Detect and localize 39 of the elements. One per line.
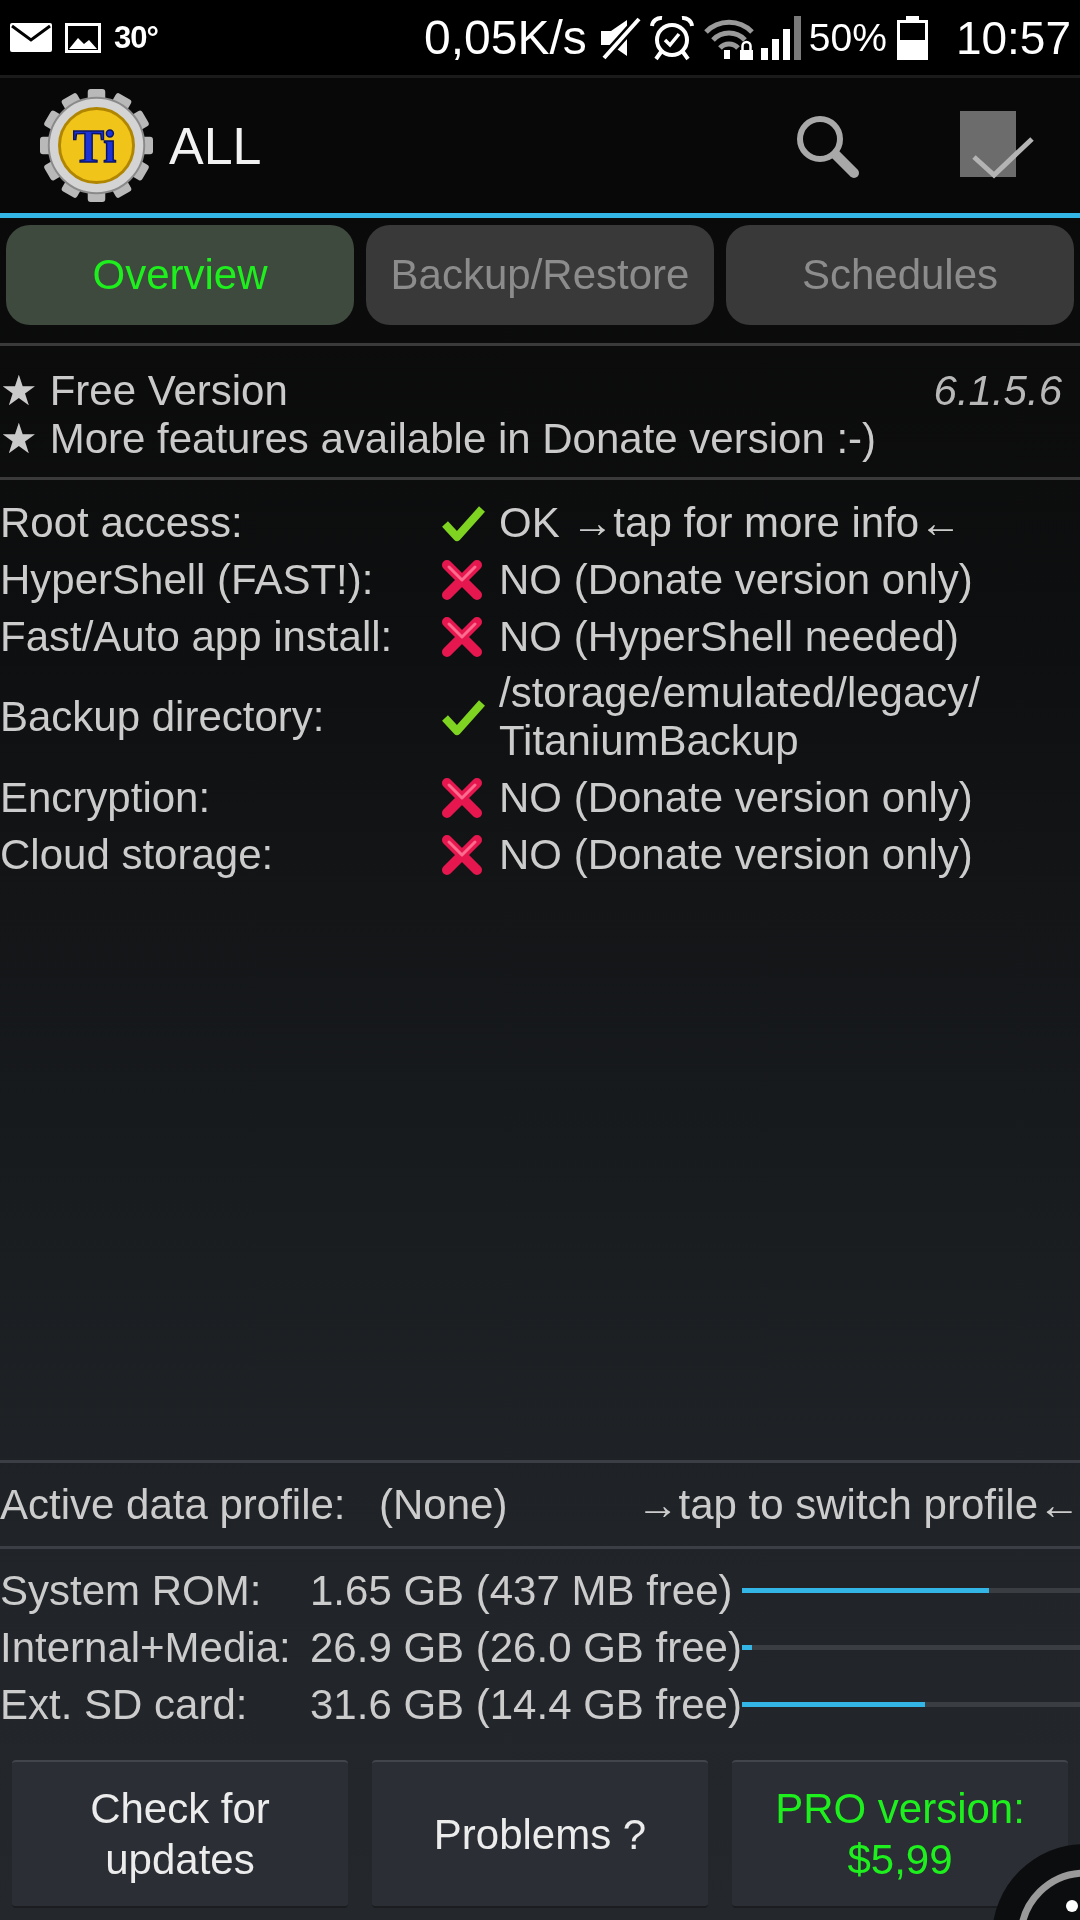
storage-label: System ROM: <box>0 1566 262 1615</box>
status-value: NO (Donate version only) <box>499 829 973 880</box>
mail-icon <box>10 23 52 52</box>
profile-value: (None) <box>379 1480 508 1529</box>
status-value: NO (Donate version only) <box>499 554 973 605</box>
status-label: Root access: <box>0 498 243 547</box>
network-speed-text: 0,05K/s <box>424 10 587 65</box>
battery-percent-text: 50% <box>808 15 887 60</box>
storage-value: 1.65 GB (437 MB free) <box>310 1566 733 1615</box>
storage-value: 31.6 GB (14.4 GB free) <box>310 1680 742 1729</box>
battery-icon <box>896 15 928 60</box>
status-value: OK →tap for more info← <box>499 497 962 548</box>
storage-label: Ext. SD card: <box>0 1680 248 1729</box>
storage-label: Internal+Media: <box>0 1623 291 1672</box>
alarm-clock-icon <box>648 14 695 61</box>
status-label: Cloud storage: <box>0 830 274 879</box>
signal-icon <box>760 15 802 60</box>
status-label: Fast/Auto app install: <box>0 612 393 661</box>
pro-version-button[interactable]: PRO version: $5,99 <box>732 1760 1068 1908</box>
status-value: /storage/emulated/legacy/TitaniumBackup <box>499 668 981 766</box>
status-value: NO (HyperShell needed) <box>499 611 959 662</box>
temperature-text: 30° <box>114 19 158 56</box>
switch-profile-link[interactable]: →tap to switch profile← <box>636 1480 1080 1529</box>
clock-time: 10:57 <box>955 10 1071 65</box>
feature-note: ★ Free Version <box>0 367 288 415</box>
storage-value: 26.9 GB (26.0 GB free) <box>310 1623 742 1672</box>
tab[interactable]: Overview <box>6 225 354 325</box>
status-label: Backup directory: <box>0 693 325 741</box>
version-number: 6.1.5.6 <box>933 367 1062 415</box>
app-title: ALL <box>169 115 262 176</box>
status-value: NO (Donate version only) <box>499 772 973 823</box>
feature-note: ★ More features available in Donate version :-) <box>0 415 877 463</box>
status-label: HyperShell (FAST!): <box>0 555 374 604</box>
action-button[interactable]: Problems ? <box>372 1760 708 1908</box>
image-icon <box>65 22 101 53</box>
status-label: Encryption: <box>0 773 211 822</box>
checked-document-icon[interactable] <box>960 110 1036 181</box>
profile-label: Active data profile: <box>0 1480 346 1529</box>
action-button[interactable]: Check for updates <box>12 1760 348 1908</box>
